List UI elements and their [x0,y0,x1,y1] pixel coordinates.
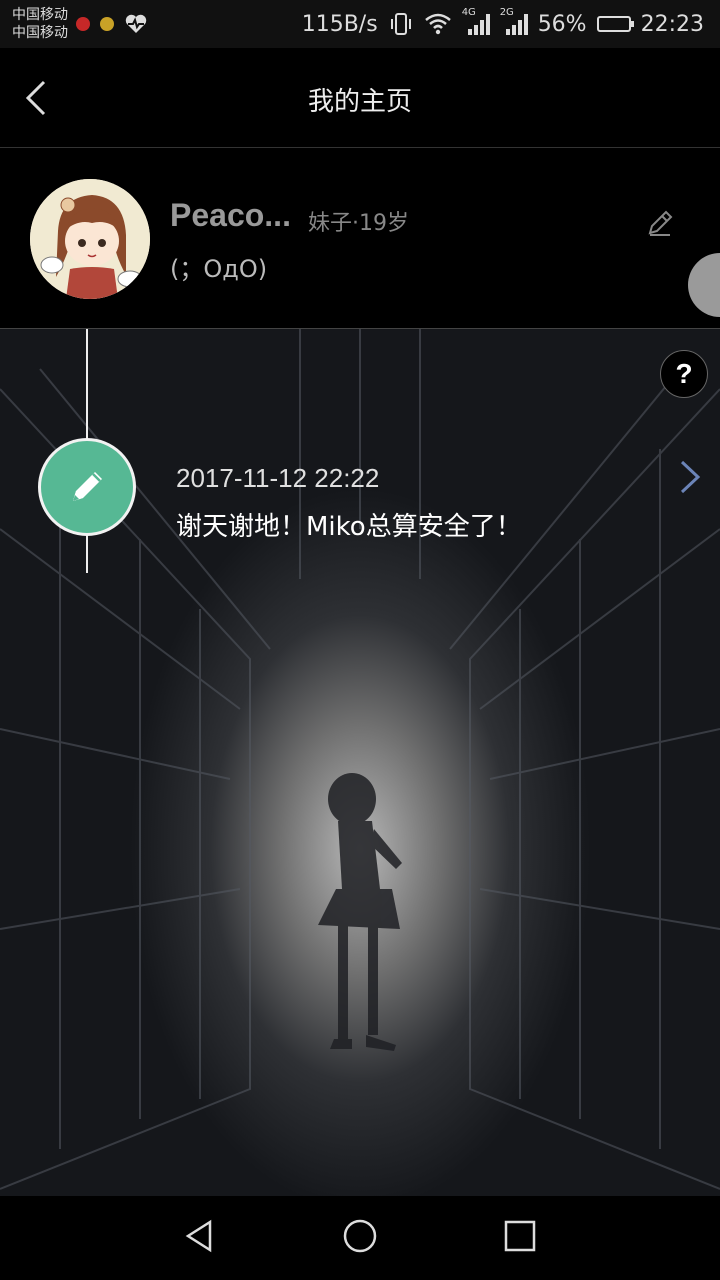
clock: 22:23 [640,11,704,37]
net-speed: 115B/s [301,11,378,37]
vibrate-icon [390,13,411,35]
silhouette-figure [318,773,402,1051]
avatar-illustration [30,179,150,299]
header-bar: 我的主页 [0,48,720,148]
battery-icon [596,16,634,32]
carrier-2: 中国移动 [12,25,68,41]
floating-assistive-ball[interactable] [688,253,720,317]
timeline-area: ? 2017-11-12 22:22 谢天谢地！Miko总算安全了！ [0,329,720,1196]
status-bar: 中国移动 中国移动 115B/s 4G 2G 56% 22:23 [0,0,720,48]
pencil-icon [73,472,102,501]
square-recent-icon[interactable] [502,1218,538,1254]
status-dot-icon [100,17,114,31]
page-title: 我的主页 [307,87,412,117]
circle-home-icon[interactable] [342,1218,378,1254]
timeline-node[interactable] [38,438,136,536]
username: Peaco... [170,197,291,233]
carrier-1: 中国移动 [12,7,68,23]
entry-text: 谢天谢地！Miko总算安全了！ [176,512,522,542]
triangle-back-icon[interactable] [182,1218,218,1254]
pencil-icon[interactable] [644,207,676,239]
help-button[interactable]: ? [660,350,708,398]
wifi-icon [424,13,451,35]
battery-percent: 56% [537,11,587,37]
gender-age: 妹子·19岁 [308,211,409,236]
heart-pulse-icon [125,14,147,34]
profile-section: Peaco... 妹子·19岁 (；ОдО) [0,149,720,329]
carrier-info: 中国移动 中国移动 [12,6,68,42]
system-nav-bar [0,1196,720,1280]
app-notification-icon [76,17,90,31]
entry-date: 2017-11-12 22:22 [176,463,380,493]
avatar[interactable] [30,179,150,299]
signal-2g-icon: 2G [500,7,528,37]
signal-4g-icon: 4G [462,7,490,37]
signature: (；ОдО) [170,255,268,283]
chevron-right-icon[interactable] [672,459,708,495]
